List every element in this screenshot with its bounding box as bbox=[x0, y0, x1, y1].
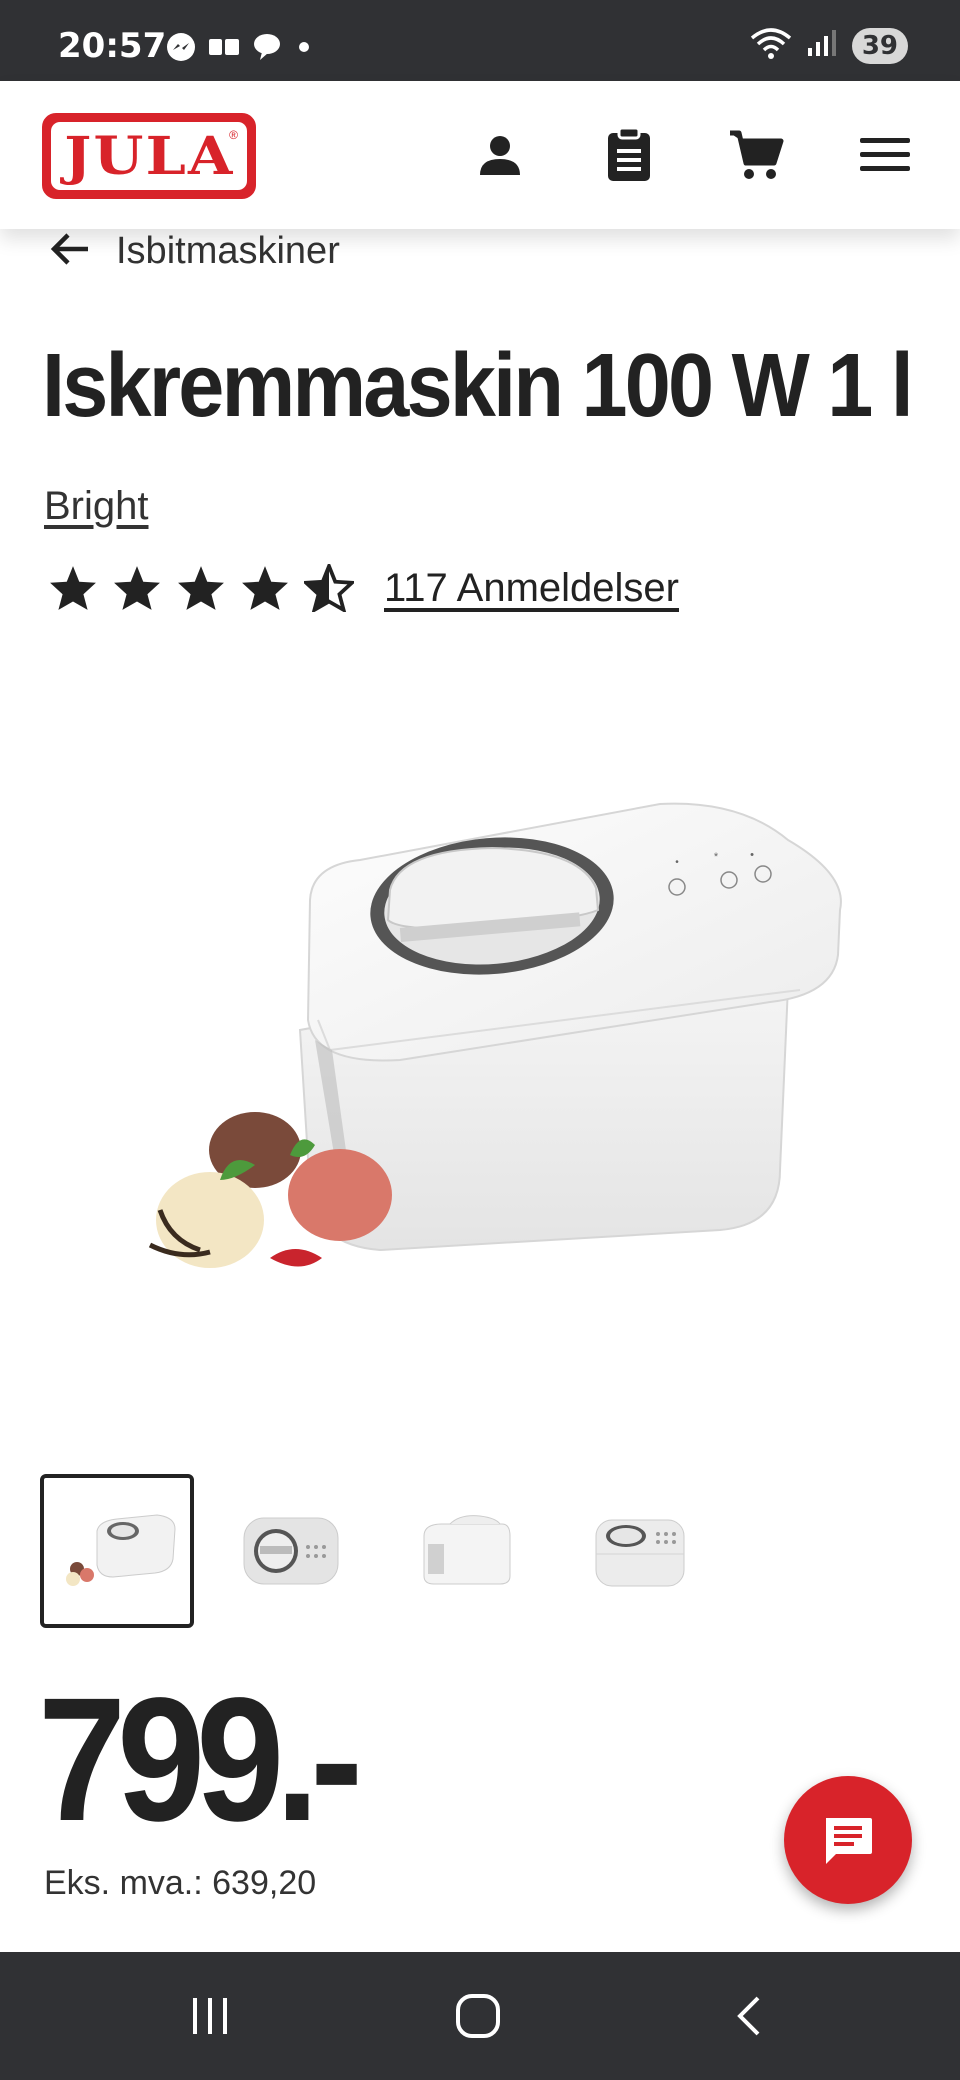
rating-stars bbox=[48, 564, 354, 612]
star-icon bbox=[242, 566, 288, 610]
reviews-link[interactable]: 117 Anmeldelser bbox=[384, 566, 679, 611]
system-nav-bar bbox=[0, 1952, 960, 2080]
thumbnail-strip bbox=[40, 1474, 716, 1628]
signal-icon bbox=[806, 28, 838, 63]
notification-icons bbox=[166, 32, 314, 67]
half-star-icon bbox=[304, 564, 354, 612]
product-title: Iskremmaskin 100 W 1 l bbox=[42, 336, 914, 436]
clipboard-icon[interactable] bbox=[597, 123, 661, 187]
svg-text:•: • bbox=[750, 849, 754, 861]
product-rating[interactable]: 117 Anmeldelser bbox=[48, 564, 679, 612]
breadcrumb[interactable]: Isbitmaskiner bbox=[48, 222, 340, 280]
thumbnail-item[interactable] bbox=[562, 1474, 716, 1628]
chat-icon bbox=[826, 1818, 872, 1864]
brand-link[interactable]: Bright bbox=[44, 484, 149, 529]
product-price: 799.- bbox=[38, 1662, 363, 1858]
back-icon[interactable] bbox=[708, 1982, 788, 2050]
menu-icon[interactable] bbox=[853, 123, 917, 187]
logo-registered-mark: ® bbox=[229, 128, 238, 142]
media-icon bbox=[208, 36, 240, 63]
jula-logo[interactable]: JULA ® bbox=[42, 113, 256, 199]
star-icon bbox=[114, 566, 160, 610]
breadcrumb-label[interactable]: Isbitmaskiner bbox=[116, 230, 340, 273]
star-icon bbox=[178, 566, 224, 610]
status-bar: 20:57 39 bbox=[0, 0, 960, 81]
thumbnail-item[interactable] bbox=[214, 1474, 368, 1628]
chat-button[interactable] bbox=[784, 1776, 912, 1904]
product-main-image[interactable]: • * • bbox=[100, 770, 860, 1340]
cart-icon[interactable] bbox=[724, 123, 788, 187]
status-time: 20:57 bbox=[58, 26, 167, 66]
home-icon[interactable] bbox=[438, 1982, 518, 2050]
battery-indicator: 39 bbox=[851, 27, 908, 64]
messenger-icon bbox=[166, 32, 196, 67]
site-header: JULA ® bbox=[0, 81, 960, 229]
logo-text: JULA bbox=[63, 125, 235, 187]
thumbnail-item[interactable] bbox=[40, 1474, 194, 1628]
thumbnail-item[interactable] bbox=[388, 1474, 542, 1628]
price-ex-vat: Eks. mva.: 639,20 bbox=[44, 1864, 317, 1902]
arrow-left-icon[interactable] bbox=[48, 231, 92, 272]
dot-icon bbox=[294, 37, 314, 62]
star-icon bbox=[50, 566, 96, 610]
recent-apps-icon[interactable] bbox=[170, 1982, 250, 2050]
svg-text:*: * bbox=[714, 851, 719, 863]
account-icon[interactable] bbox=[468, 123, 532, 187]
svg-text:•: • bbox=[675, 857, 679, 868]
wifi-icon bbox=[750, 26, 792, 65]
chat-bubble-icon bbox=[252, 32, 282, 67]
